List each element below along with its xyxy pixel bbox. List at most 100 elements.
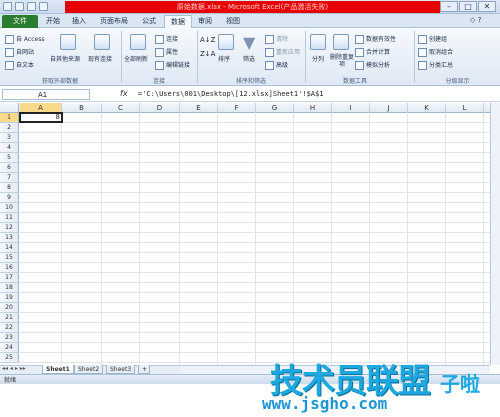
reapply-button[interactable]: 重新应用 [265, 47, 300, 57]
grid-line [293, 113, 294, 365]
sort-az-icon[interactable]: A↓Z [200, 36, 215, 44]
row-header[interactable]: 6 [0, 163, 19, 173]
formula-input[interactable]: ='C:\Users\001\Desktop\[12.xlsx]Sheet1'!… [138, 89, 323, 100]
column-header[interactable]: B [62, 103, 102, 113]
text-file-icon [5, 61, 14, 70]
clear-button[interactable]: 清除 [265, 34, 288, 44]
refresh-all-button[interactable]: 全部刷新 [124, 54, 148, 63]
column-header[interactable]: G [256, 103, 294, 113]
connections-button[interactable]: 连接 [155, 34, 178, 44]
group-label-connections: 连接 [152, 78, 165, 85]
save-icon[interactable] [15, 2, 24, 11]
group-button[interactable]: 创建组 [418, 34, 447, 44]
remove-duplicates-button[interactable]: 删除重复项 [330, 54, 354, 68]
row-header[interactable]: 5 [0, 153, 19, 163]
row-header[interactable]: 1 [0, 113, 19, 123]
sort-za-icon[interactable]: Z↓A [200, 50, 215, 58]
name-box[interactable]: A1 [2, 89, 90, 100]
from-web-button[interactable]: 自网站 [5, 47, 34, 57]
column-header[interactable]: J [370, 103, 408, 113]
tab-insert[interactable]: 插入 [66, 15, 92, 28]
row-header[interactable]: 24 [0, 343, 19, 353]
sheet-tab-1[interactable]: Sheet1 [42, 365, 74, 374]
column-header[interactable]: F [218, 103, 256, 113]
grid-line [20, 352, 490, 353]
tab-formulas[interactable]: 公式 [136, 15, 162, 28]
row-header[interactable]: 16 [0, 263, 19, 273]
ungroup-button[interactable]: 取消组合 [418, 47, 453, 57]
row-header[interactable]: 25 [0, 353, 19, 363]
row-header[interactable]: 10 [0, 203, 19, 213]
other-sources-button[interactable]: 自其他来源 [50, 54, 80, 63]
text-to-columns-icon [310, 34, 326, 50]
grid-line [20, 172, 490, 173]
close-button[interactable]: ✕ [478, 1, 496, 12]
subtotal-button[interactable]: 分类汇总 [418, 60, 453, 70]
sheet-nav-arrows[interactable]: ◂◂ ◂ ▸ ▸▸ [2, 365, 26, 372]
row-header[interactable]: 17 [0, 273, 19, 283]
sort-button[interactable]: 排序 [218, 54, 230, 63]
column-header[interactable]: E [180, 103, 218, 113]
row-header[interactable]: 20 [0, 303, 19, 313]
ungroup-icon [418, 48, 427, 57]
insert-sheet-icon[interactable]: + [138, 365, 150, 374]
excel-app-icon[interactable] [3, 2, 12, 11]
minimize-button[interactable]: – [440, 1, 458, 12]
row-header[interactable]: 22 [0, 323, 19, 333]
select-all-corner[interactable] [0, 103, 19, 113]
insert-function-icon[interactable]: fx [120, 89, 128, 98]
data-validation-button[interactable]: 数据有效性 [355, 34, 396, 44]
vertical-scrollbar[interactable] [490, 103, 500, 365]
grid-line [179, 113, 180, 365]
tab-data[interactable]: 数据 [164, 15, 192, 28]
row-header[interactable]: 8 [0, 183, 19, 193]
advanced-button[interactable]: 高级 [265, 60, 288, 70]
row-header[interactable]: 19 [0, 293, 19, 303]
row-header[interactable]: 14 [0, 243, 19, 253]
row-header[interactable]: 12 [0, 223, 19, 233]
tab-home[interactable]: 开始 [40, 15, 66, 28]
row-header[interactable]: 9 [0, 193, 19, 203]
column-header[interactable]: K [408, 103, 446, 113]
row-header[interactable]: 11 [0, 213, 19, 223]
column-header[interactable]: H [294, 103, 332, 113]
help-icon[interactable]: ◇ ? [470, 16, 481, 24]
row-header[interactable]: 23 [0, 333, 19, 343]
what-if-button[interactable]: 模拟分析 [355, 60, 390, 70]
text-to-columns-button[interactable]: 分列 [312, 54, 324, 63]
advanced-filter-icon [265, 61, 274, 70]
from-text-button[interactable]: 自文本 [5, 60, 34, 70]
row-header[interactable]: 7 [0, 173, 19, 183]
row-header[interactable]: 3 [0, 133, 19, 143]
consolidate-button[interactable]: 合并计算 [355, 47, 390, 57]
cell-a1[interactable]: 8 [20, 113, 62, 122]
tab-review[interactable]: 审阅 [192, 15, 218, 28]
properties-button[interactable]: 属性 [155, 47, 178, 57]
row-header[interactable]: 4 [0, 143, 19, 153]
from-access-button[interactable]: 自 Access [5, 34, 44, 44]
tab-page-layout[interactable]: 页面布局 [94, 15, 134, 28]
row-header[interactable]: 15 [0, 253, 19, 263]
column-header[interactable]: C [102, 103, 140, 113]
undo-icon[interactable] [27, 2, 36, 11]
grid-line [217, 113, 218, 365]
column-header[interactable]: I [332, 103, 370, 113]
redo-icon[interactable] [39, 2, 48, 11]
row-header[interactable]: 18 [0, 283, 19, 293]
grid-line [20, 332, 490, 333]
filter-button[interactable]: 筛选 [243, 54, 255, 63]
existing-connections-button[interactable]: 现有连接 [88, 54, 112, 63]
column-header[interactable]: L [446, 103, 484, 113]
tab-file[interactable]: 文件 [2, 15, 38, 28]
row-header[interactable]: 21 [0, 313, 19, 323]
maximize-button[interactable]: □ [459, 1, 477, 12]
grid-line [20, 192, 490, 193]
sheet-tab-2[interactable]: Sheet2 [74, 365, 104, 374]
column-header[interactable]: D [140, 103, 180, 113]
tab-view[interactable]: 视图 [220, 15, 246, 28]
row-header[interactable]: 13 [0, 233, 19, 243]
sheet-tab-3[interactable]: Sheet3 [106, 365, 136, 374]
edit-links-button[interactable]: 编辑链接 [155, 60, 190, 70]
grid-line [20, 242, 490, 243]
row-header[interactable]: 2 [0, 123, 19, 133]
